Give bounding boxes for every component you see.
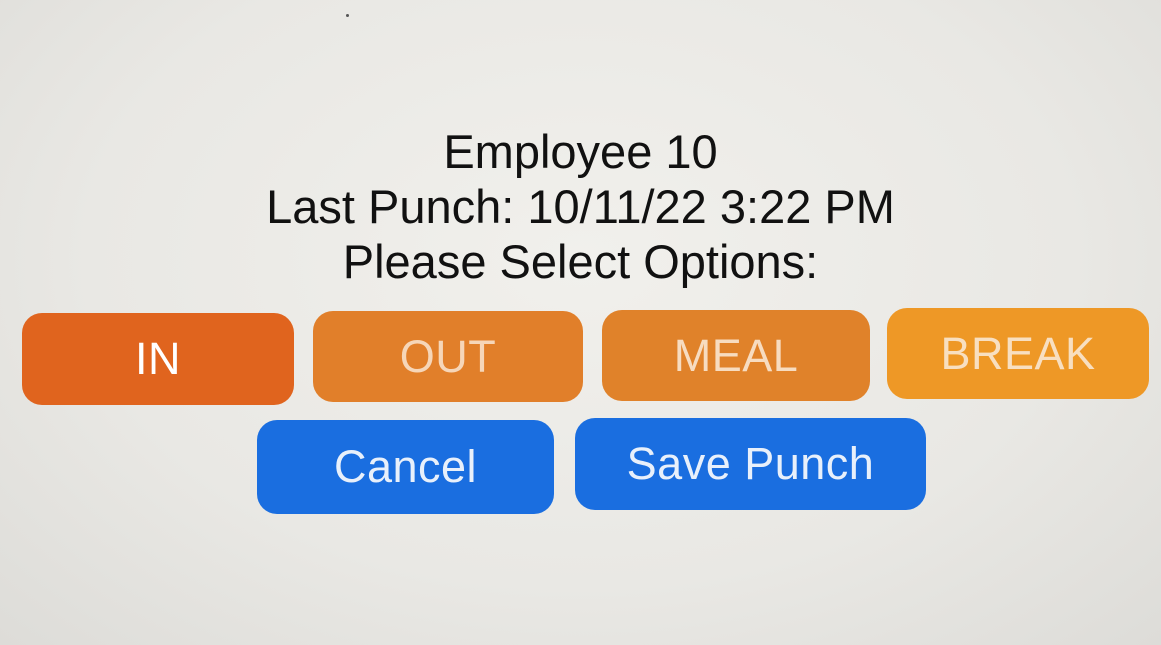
punch-info: Employee 10 Last Punch: 10/11/22 3:22 PM… xyxy=(0,124,1161,289)
meal-button[interactable]: MEAL xyxy=(602,310,870,401)
save-punch-button[interactable]: Save Punch xyxy=(575,418,926,510)
cancel-button[interactable]: Cancel xyxy=(257,420,554,514)
last-punch-text: Last Punch: 10/11/22 3:22 PM xyxy=(266,180,895,233)
employee-name: Employee 10 xyxy=(443,125,718,178)
screen-speck xyxy=(346,14,349,17)
out-button[interactable]: OUT xyxy=(313,311,583,402)
break-button[interactable]: BREAK xyxy=(887,308,1149,399)
in-button[interactable]: IN xyxy=(22,313,294,405)
select-options-prompt: Please Select Options: xyxy=(342,235,819,288)
